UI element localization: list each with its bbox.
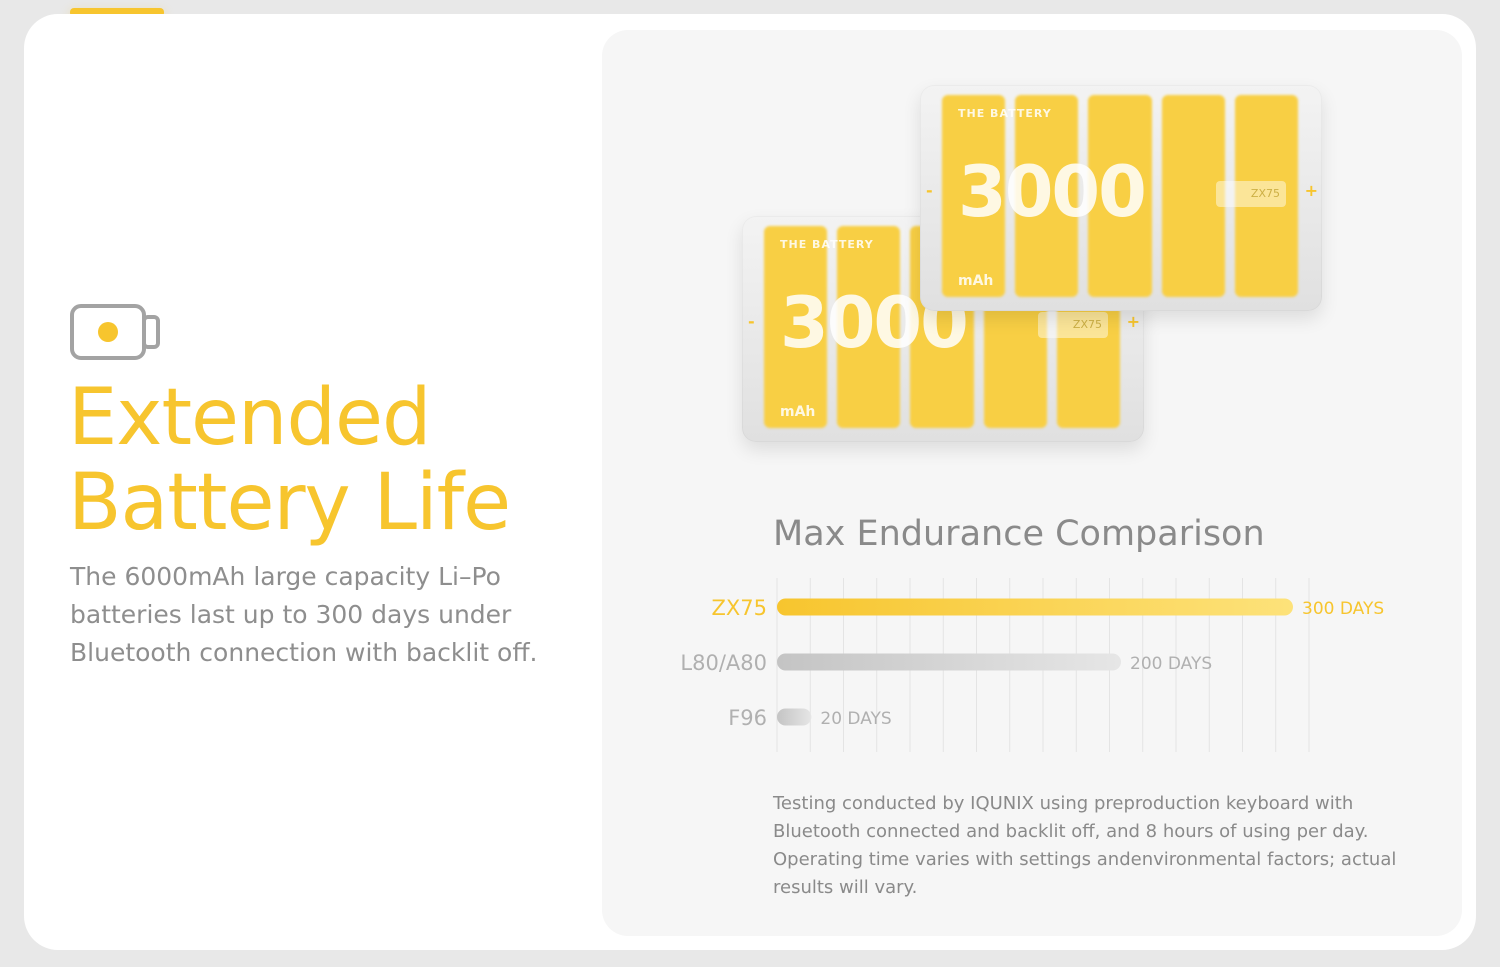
headline-line-1: Extended bbox=[68, 373, 431, 463]
headline-line-2: Battery Life bbox=[68, 458, 511, 548]
chart-marks: ZX75 300 DAYS L80/A80 200 DAYS F96 20 DAYS bbox=[680, 596, 1384, 730]
value-label: 200 DAYS bbox=[1130, 654, 1212, 674]
headline: Extended Battery Life bbox=[68, 373, 511, 548]
battery-icon bbox=[70, 304, 160, 360]
page: Extended Battery Life The 6000mAh large … bbox=[0, 0, 1500, 967]
value-label: 300 DAYS bbox=[1302, 599, 1384, 619]
comparison-panel: THE BATTERY 3000 mAh ZX75 - + THE BATTER… bbox=[602, 30, 1462, 936]
category-label: ZX75 bbox=[712, 596, 768, 620]
category-label: L80/A80 bbox=[680, 651, 767, 675]
feature-description: The 6000mAh large capacity Li–Po batteri… bbox=[70, 562, 538, 667]
test-footnote: Testing conducted by IQUNIX using prepro… bbox=[773, 793, 1397, 898]
category-label: F96 bbox=[728, 706, 767, 730]
bar bbox=[777, 708, 812, 726]
feature-card: Extended Battery Life The 6000mAh large … bbox=[24, 14, 1476, 950]
bar bbox=[777, 653, 1121, 671]
bar bbox=[777, 598, 1293, 616]
value-label: 20 DAYS bbox=[820, 709, 891, 729]
